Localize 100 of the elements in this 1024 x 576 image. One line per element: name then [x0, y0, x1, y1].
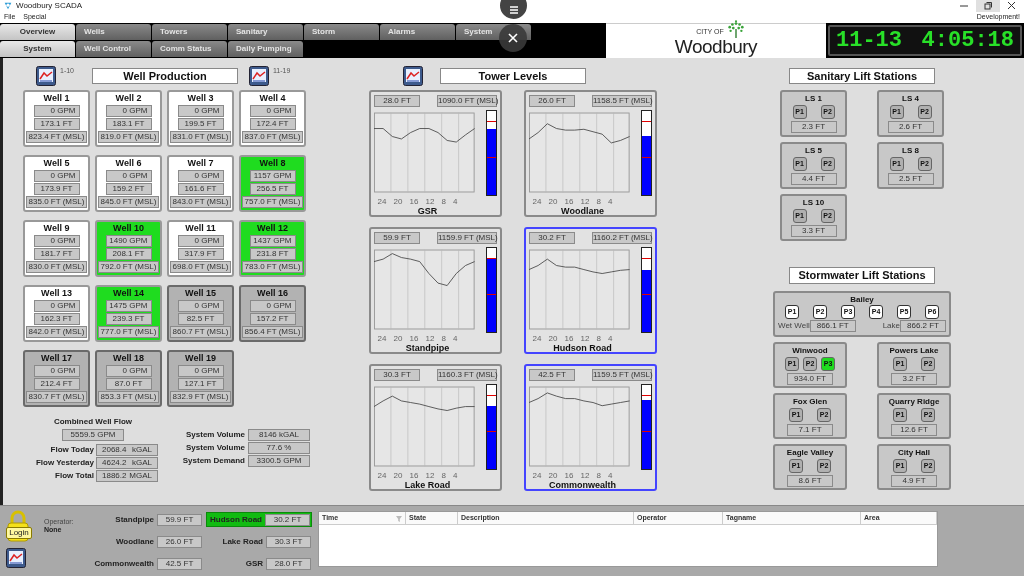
- setpoint-marker: [486, 395, 496, 397]
- system-reading: 8146 kGAL: [248, 429, 310, 441]
- tower-name: Standpipe: [404, 343, 451, 353]
- tab[interactable]: Sanitary: [228, 24, 303, 40]
- axis-label: 12: [425, 197, 435, 206]
- well-name: Well 10: [113, 223, 144, 234]
- depth-reading: 87.0 FT: [105, 378, 152, 390]
- station-name: Fox Glen: [792, 396, 828, 407]
- flow-reading: 1157 GPM: [249, 170, 296, 182]
- trend-chart-button[interactable]: [6, 548, 26, 568]
- axis-label: 8: [441, 197, 446, 206]
- tab[interactable]: System: [0, 41, 75, 57]
- axis-label: 8: [441, 334, 446, 343]
- elevation-reading: 823.4 FT (MSL): [26, 131, 87, 143]
- tower-name: GSR: [416, 206, 439, 216]
- level-reading: 30.2 FT: [265, 513, 310, 526]
- station-name: Winwood: [792, 345, 828, 356]
- flow-reading: 0 GPM: [33, 235, 80, 247]
- depth-reading: 208.1 FT: [105, 248, 152, 260]
- tower-name: Lake Road: [222, 535, 263, 548]
- flow-reading: 0 GPM: [105, 105, 152, 117]
- tower-card[interactable]: 30.3 FT 1160.3 FT (MSL) 24 20 16 12 8 4 Lake Road: [369, 364, 502, 491]
- system-reading: 3300.5 GPM: [248, 455, 310, 467]
- summary-label: Flow Total: [54, 470, 94, 482]
- setpoint-marker: [486, 294, 496, 296]
- setpoint-marker: [641, 431, 651, 433]
- flow-reading: 0 GPM: [33, 300, 80, 312]
- tower-card[interactable]: 26.0 FT 1158.5 FT (MSL) 24 20 16 12 8 4 Woodlane: [524, 90, 657, 217]
- trend-chart-button[interactable]: [249, 66, 269, 86]
- tab[interactable]: Daily Pumping: [228, 41, 303, 57]
- station-name: LS 4: [902, 93, 919, 104]
- elevation-reading: 832.9 FT (MSL): [170, 391, 231, 403]
- elevation-reading: 837.0 FT (MSL): [242, 131, 303, 143]
- axis-label: 16: [564, 471, 574, 480]
- tower-name: Hudson Road: [210, 513, 262, 526]
- tower-name: Hudson Road: [552, 343, 613, 353]
- depth-reading: 173.9 FT: [33, 183, 80, 195]
- well-name: Well 13: [41, 288, 72, 299]
- logo-name: Woodbury: [674, 38, 758, 56]
- flow-reading: 0 GPM: [105, 365, 152, 377]
- summary-label: System Demand: [181, 455, 245, 467]
- axis-label: 12: [580, 197, 590, 206]
- setpoint-marker: [641, 294, 651, 296]
- section-title: Stormwater Lift Stations: [789, 267, 935, 284]
- axis-label: 4: [453, 334, 458, 343]
- flow-reading: 0 GPM: [177, 105, 224, 117]
- tab[interactable]: Overview: [0, 24, 75, 40]
- station-name: LS 5: [805, 145, 822, 156]
- station-name: Eagle Valley: [786, 447, 834, 458]
- section-title: Tower Levels: [440, 68, 586, 84]
- station-name: Bailey: [850, 294, 874, 305]
- depth-reading: 317.9 FT: [177, 248, 224, 260]
- flow-reading: 0 GPM: [33, 365, 80, 377]
- level-reading: 4.4 FT: [790, 173, 837, 185]
- elevation-reading: 1160.2 FT (MSL): [592, 232, 652, 244]
- reading-unit: kGAL: [132, 445, 152, 455]
- trend-chart-button[interactable]: [36, 66, 56, 86]
- elevation-reading: 842.0 FT (MSL): [26, 326, 87, 338]
- axis-label: 16: [409, 334, 419, 343]
- tab[interactable]: Comm Status: [152, 41, 227, 57]
- flow-reading: 0 GPM: [105, 170, 152, 182]
- trend-chart-button[interactable]: [403, 66, 423, 86]
- axis-label: 24: [532, 197, 542, 206]
- tower-card[interactable]: 30.2 FT 1160.2 FT (MSL) 24 20 16 12 8 4 Hudson Road: [524, 227, 657, 354]
- depth-reading: 162.3 FT: [33, 313, 80, 325]
- level-reading: 28.0 FT: [374, 95, 420, 107]
- level-reading: 2.3 FT: [790, 121, 837, 133]
- well-name: Well 14: [113, 288, 144, 299]
- axis-label: 20: [548, 334, 558, 343]
- summary-label: Flow Yesterday: [34, 457, 94, 469]
- restore-icon[interactable]: [976, 0, 1000, 12]
- tower-card[interactable]: 42.5 FT 1159.5 FT (MSL) 24 20 16 12 8 4 Commonwealth: [524, 364, 657, 491]
- well-name: Well 19: [185, 353, 216, 364]
- depth-reading: 181.7 FT: [33, 248, 80, 260]
- tower-card[interactable]: 28.0 FT 1090.0 FT (MSL) 24 20 16 12 8 4 GSR: [369, 90, 502, 217]
- axis-label: 20: [548, 471, 558, 480]
- tower-card[interactable]: 59.9 FT 1159.9 FT (MSL) 24 20 16 12 8 4 Standpipe: [369, 227, 502, 354]
- level-reading: 26.0 FT: [529, 95, 575, 107]
- level-reading: 30.2 FT: [529, 232, 575, 244]
- window-title: Woodbury SCADA: [16, 0, 83, 12]
- summary-label: Flow Today: [49, 444, 94, 456]
- tab[interactable]: Well Control: [76, 41, 151, 57]
- tab[interactable]: Wells: [76, 24, 151, 40]
- clock-time: 4:05:18: [921, 28, 1014, 53]
- login-button[interactable]: Login: [6, 510, 32, 542]
- system-reading: 77.6 %: [248, 442, 310, 454]
- depth-reading: 256.5 FT: [249, 183, 296, 195]
- setpoint-marker: [641, 395, 651, 397]
- setpoint-marker: [486, 157, 496, 159]
- tab[interactable]: Alarms: [380, 24, 455, 40]
- well-name: Well 2: [115, 93, 142, 104]
- elevation-reading: 845.0 FT (MSL): [98, 196, 159, 208]
- elevation-reading: 777.0 FT (MSL): [98, 326, 159, 338]
- tab[interactable]: Storm: [304, 24, 379, 40]
- elevation-reading: 830.7 FT (MSL): [26, 391, 87, 403]
- well-name: Well 6: [115, 158, 142, 169]
- flow-reading: 1437 GPM: [249, 235, 296, 247]
- tab[interactable]: Towers: [152, 24, 227, 40]
- level-reading: 30.3 FT: [266, 535, 311, 548]
- flow-reading: 0 GPM: [33, 170, 80, 182]
